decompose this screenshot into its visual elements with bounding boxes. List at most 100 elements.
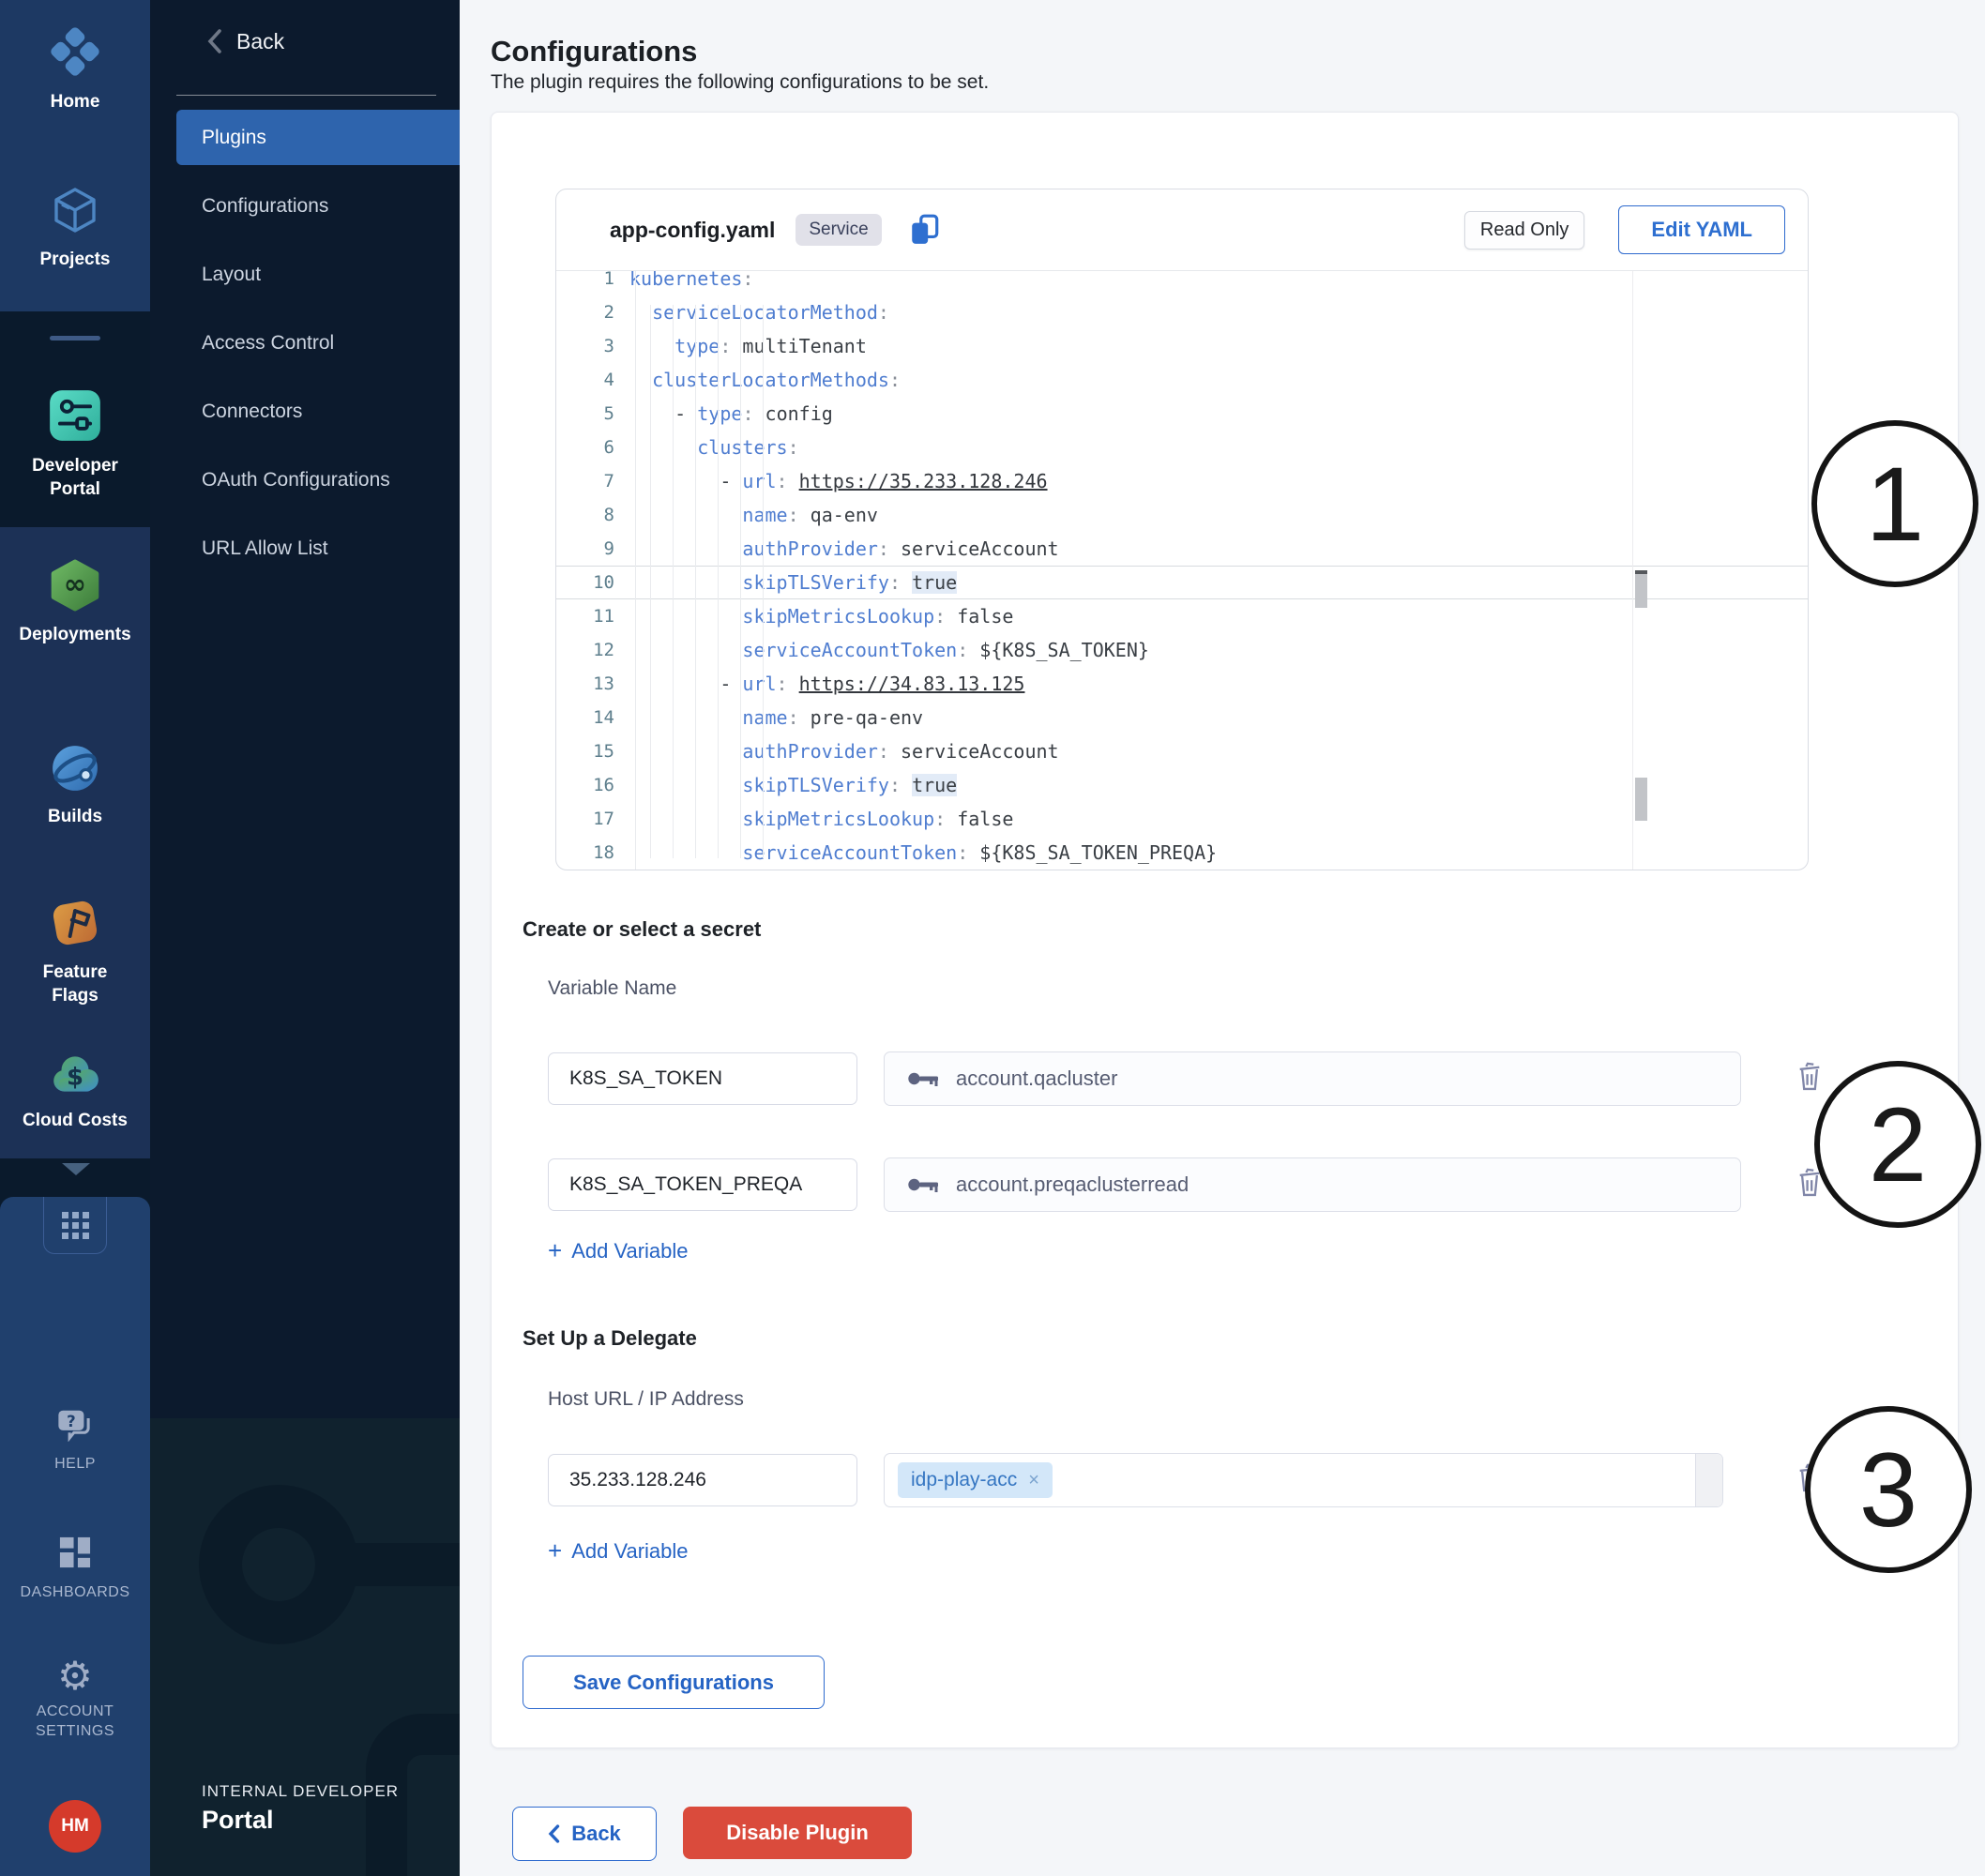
configurations-card: app-config.yaml Service Read Only Edit Y… bbox=[491, 112, 1959, 1748]
line-number: 8 bbox=[556, 498, 629, 532]
plus-icon: + bbox=[548, 1536, 562, 1566]
sidebar-item-dashboards[interactable]: DASHBOARDS bbox=[0, 1535, 150, 1602]
key-icon bbox=[907, 1174, 941, 1195]
module-sidebar: Home Projects bbox=[0, 0, 150, 1876]
host-url-input[interactable] bbox=[548, 1454, 857, 1506]
sidebar-item-label: Developer Portal bbox=[21, 454, 129, 501]
page-subtitle: The plugin requires the following config… bbox=[491, 71, 989, 94]
brand-block: INTERNAL DEVELOPER Portal bbox=[202, 1782, 399, 1835]
line-number: 14 bbox=[556, 701, 629, 734]
sidebar-item-label: Feature Flags bbox=[21, 961, 129, 1007]
service-badge: Service bbox=[796, 214, 881, 246]
add-variable-link[interactable]: + Add Variable bbox=[548, 1236, 689, 1265]
sidebar-item-label: HELP bbox=[0, 1454, 150, 1474]
line-number: 9 bbox=[556, 532, 629, 566]
brand-line2: Portal bbox=[202, 1806, 399, 1835]
back-button[interactable]: Back bbox=[512, 1807, 657, 1861]
copy-icon[interactable] bbox=[908, 213, 942, 247]
secret-value: account.preqaclusterread bbox=[956, 1172, 1189, 1197]
menu-item-access-control[interactable]: Access Control bbox=[150, 309, 460, 377]
delegate-tag-label: idp-play-acc bbox=[911, 1469, 1017, 1491]
sidebar-item-label: Projects bbox=[0, 248, 150, 271]
sidebar-item-cloud-costs[interactable]: $ Cloud Costs bbox=[0, 1051, 150, 1132]
line-number: 12 bbox=[556, 633, 629, 667]
menu-item-layout[interactable]: Layout bbox=[150, 240, 460, 309]
remove-tag-icon[interactable]: × bbox=[1028, 1470, 1039, 1491]
cloud-costs-icon: $ bbox=[0, 1051, 150, 1097]
annotation-circle-3: 3 bbox=[1805, 1406, 1972, 1573]
decorative-ring bbox=[199, 1485, 358, 1644]
variable-name-label: Variable Name bbox=[548, 977, 676, 1000]
sidebar-item-developer-portal[interactable]: Developer Portal bbox=[0, 388, 150, 501]
menu-item-configurations[interactable]: Configurations bbox=[150, 172, 460, 240]
indent-guides bbox=[650, 305, 764, 858]
yaml-code-area[interactable]: 1kubernetes:2 serviceLocatorMethod:3 typ… bbox=[556, 271, 1808, 870]
variable-name-input[interactable] bbox=[548, 1052, 857, 1105]
variable-name-input[interactable] bbox=[548, 1158, 857, 1211]
menu-item-plugins[interactable]: Plugins bbox=[176, 110, 460, 165]
delegate-section-heading: Set Up a Delegate bbox=[523, 1326, 697, 1351]
delegate-tag: idp-play-acc × bbox=[898, 1462, 1053, 1498]
menu-item-oauth-configurations[interactable]: OAuth Configurations bbox=[150, 446, 460, 514]
line-number: 13 bbox=[556, 667, 629, 701]
sidebar-item-label: ACCOUNT SETTINGS bbox=[23, 1702, 127, 1741]
line-number: 5 bbox=[556, 397, 629, 431]
plugin-menu: Plugins ConfigurationsLayoutAccess Contro… bbox=[150, 103, 460, 582]
deployments-icon: ∞ bbox=[0, 559, 150, 612]
line-number: 18 bbox=[556, 836, 629, 870]
help-icon: ? bbox=[0, 1408, 150, 1446]
delete-row-icon[interactable] bbox=[1796, 1060, 1827, 1094]
scroll-track-edge bbox=[1632, 271, 1633, 870]
user-avatar[interactable]: HM bbox=[49, 1800, 101, 1853]
projects-icon bbox=[0, 184, 150, 236]
yaml-editor: app-config.yaml Service Read Only Edit Y… bbox=[555, 189, 1809, 870]
line-number: 17 bbox=[556, 802, 629, 836]
home-icon bbox=[0, 24, 150, 79]
add-variable-link[interactable]: + Add Variable bbox=[548, 1536, 689, 1566]
sidebar-divider bbox=[50, 336, 100, 340]
menu-item-url-allow-list[interactable]: URL Allow List bbox=[150, 514, 460, 582]
page-title: Configurations bbox=[491, 35, 697, 68]
svg-text:$: $ bbox=[67, 1063, 83, 1091]
save-configurations-button[interactable]: Save Configurations bbox=[523, 1656, 825, 1709]
line-number: 10 bbox=[556, 567, 629, 598]
line-number: 11 bbox=[556, 599, 629, 633]
host-url-label: Host URL / IP Address bbox=[548, 1388, 744, 1411]
yaml-editor-header: app-config.yaml Service Read Only Edit Y… bbox=[556, 189, 1808, 271]
read-only-button[interactable]: Read Only bbox=[1464, 211, 1585, 250]
module-switcher-button[interactable] bbox=[43, 1197, 107, 1254]
scrollbar-thumb[interactable] bbox=[1635, 570, 1647, 608]
line-number: 4 bbox=[556, 363, 629, 397]
sidebar-collapse-chevron-icon[interactable] bbox=[62, 1163, 90, 1175]
secret-section-heading: Create or select a secret bbox=[523, 917, 761, 942]
edit-yaml-button[interactable]: Edit YAML bbox=[1618, 205, 1785, 254]
menu-item-connectors[interactable]: Connectors bbox=[150, 377, 460, 446]
sidebar-item-label: Builds bbox=[0, 805, 150, 828]
scrollbar-thumb[interactable] bbox=[1635, 778, 1647, 821]
sidebar-item-account-settings[interactable]: ⚙ ACCOUNT SETTINGS bbox=[0, 1658, 150, 1741]
add-variable-label: Add Variable bbox=[571, 1539, 688, 1564]
sidebar-item-label: DASHBOARDS bbox=[0, 1582, 150, 1602]
svg-text:∞: ∞ bbox=[64, 568, 86, 600]
line-number: 15 bbox=[556, 734, 629, 768]
sidebar-item-builds[interactable]: Builds bbox=[0, 743, 150, 828]
tag-input-strip bbox=[1695, 1454, 1722, 1506]
sidebar-item-label: Home bbox=[0, 90, 150, 113]
chevron-left-icon bbox=[206, 28, 223, 54]
secret-select[interactable]: account.qacluster bbox=[884, 1051, 1741, 1106]
builds-icon bbox=[0, 743, 150, 794]
sidebar-item-projects[interactable]: Projects bbox=[0, 184, 150, 271]
sidebar-item-deployments[interactable]: ∞ Deployments bbox=[0, 559, 150, 646]
secret-select[interactable]: account.preqaclusterread bbox=[884, 1157, 1741, 1212]
annotation-circle-1: 1 bbox=[1811, 420, 1978, 587]
sidebar-item-help[interactable]: ? HELP bbox=[0, 1408, 150, 1474]
nav-divider bbox=[176, 95, 436, 96]
sidebar-item-feature-flags[interactable]: Feature Flags bbox=[0, 897, 150, 1007]
delegate-tags-input[interactable]: idp-play-acc × bbox=[884, 1453, 1723, 1507]
sidebar-item-home[interactable]: Home bbox=[0, 24, 150, 113]
secret-value: account.qacluster bbox=[956, 1067, 1117, 1091]
back-nav[interactable]: Back bbox=[206, 28, 284, 54]
sidebar-bottom-panel: ? HELP DASHBOARDS ⚙ ACCOUNT SETTINGS bbox=[0, 1197, 150, 1876]
annotation-circle-2: 2 bbox=[1814, 1061, 1981, 1228]
disable-plugin-button[interactable]: Disable Plugin bbox=[683, 1807, 912, 1859]
